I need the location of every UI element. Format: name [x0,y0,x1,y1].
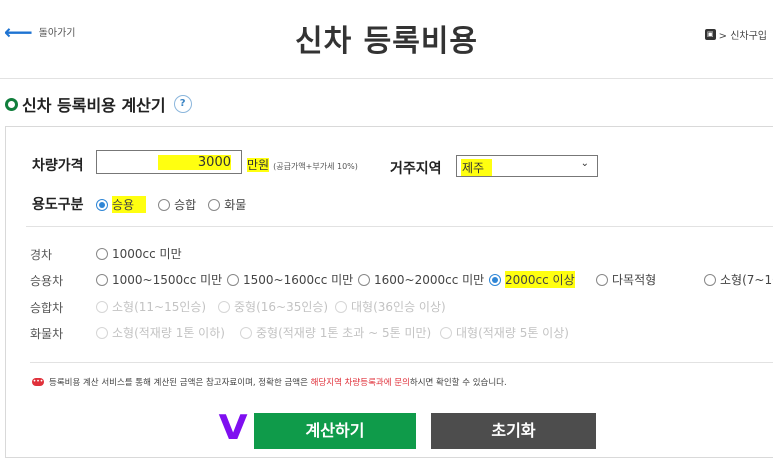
option-small-7-10[interactable]: 소형(7~10 [704,271,773,288]
option-label: 2000cc 이상 [505,271,575,288]
price-unit-label: 만원 [247,158,270,172]
radio-icon [440,326,452,339]
price-input[interactable]: 3000 [96,150,242,174]
usage-label: 용도구분 [32,197,84,213]
radio-selected-icon [96,198,108,211]
option-truck-medium: 중형(적재량 1톤 초과 ~ 5톤 미만) [240,324,431,341]
breadcrumb-icon: ▣ [704,29,716,40]
chevron-down-icon: ⌄ [580,158,589,169]
usage-option-van[interactable]: 승합 [158,196,196,213]
price-unit: 만원 (공급가액+부가세 10%) [247,156,358,173]
reset-button[interactable]: 초기화 [431,413,596,449]
price-note: (공급가액+부가세 10%) [273,162,358,171]
category-label-van: 승합차 [30,301,64,315]
radio-icon [158,198,171,211]
option-label: 1500~1600cc 미만 [243,273,354,287]
breadcrumb-label: > 신차구입 [718,31,767,42]
hexagon-icon [5,97,18,111]
section-title-text: 신차 등록비용 계산기 [22,96,166,115]
region-value: 제주 [461,159,493,176]
option-label: 1600~2000cc 미만 [374,273,485,287]
radio-icon [596,273,608,286]
option-label: 대형(적재량 5톤 이상) [456,326,569,340]
category-label-truck: 화물차 [30,327,64,341]
radio-icon [358,273,370,286]
radio-icon [96,273,108,286]
notice-text-part2: 하시면 확인할 수 있습니다. [409,378,507,388]
option-2000cc-over[interactable]: 2000cc 이상 [489,271,575,288]
notice-divider [30,362,773,363]
usage-option-label: 화물 [224,198,247,212]
usage-option-label: 승용 [112,196,147,213]
option-label: 소형(7~10 [720,273,773,287]
page-title: 신차 등록비용 [294,24,479,59]
option-truck-small: 소형(적재량 1톤 이하) [96,324,225,341]
notice: ••• 등록비용 계산 서비스를 통해 계산된 금액은 참고자료이며, 정확한 … [32,376,507,388]
option-van-large: 대형(36인승 이상) [335,298,446,315]
radio-icon [218,300,230,313]
region-select[interactable]: 제주 ⌄ [456,155,598,177]
form-divider [26,226,773,227]
usage-radio-group: 승용 승합 화물 [96,196,246,213]
option-1600-2000cc[interactable]: 1600~2000cc 미만 [358,271,484,288]
breadcrumb[interactable]: ▣ > 신차구입 [704,27,767,42]
option-label: 중형(적재량 1톤 초과 ~ 5톤 미만) [256,326,432,340]
usage-option-truck[interactable]: 화물 [208,196,246,213]
radio-icon [335,300,347,313]
category-label-sedan: 승용차 [30,274,64,288]
radio-icon [96,326,108,339]
option-truck-large: 대형(적재량 5톤 이상) [440,324,569,341]
help-icon[interactable]: ? [173,95,192,113]
option-van-medium: 중형(16~35인승) [218,298,328,315]
option-1000cc-under[interactable]: 1000cc 미만 [96,245,182,262]
option-multipurpose[interactable]: 다목적형 [596,271,656,288]
option-label: 1000~1500cc 미만 [112,273,223,287]
option-label: 소형(적재량 1톤 이하) [112,326,225,340]
usage-option-sedan[interactable]: 승용 [96,196,147,213]
v-logo-icon: V [218,408,248,448]
option-1000-1500cc[interactable]: 1000~1500cc 미만 [96,271,222,288]
option-1500-1600cc[interactable]: 1500~1600cc 미만 [227,271,353,288]
category-label-kyeongcha: 경차 [30,248,53,262]
region-label: 거주지역 [390,161,442,177]
option-van-small: 소형(11~15인승) [96,298,206,315]
header-divider [0,78,773,79]
radio-icon [704,273,716,286]
calculate-button[interactable]: 계산하기 [254,413,416,449]
radio-selected-icon [489,273,501,286]
option-label: 대형(36인승 이상) [351,300,446,314]
notice-link[interactable]: 해당지역 차량등록과에 문의 [311,378,410,388]
radio-icon [96,300,108,313]
option-label: 중형(16~35인승) [234,300,329,314]
option-label: 1000cc 미만 [112,247,182,261]
notice-text-part1: 등록비용 계산 서비스를 통해 계산된 금액은 참고자료이며, 정확한 금액은 [49,378,311,388]
radio-icon [96,247,108,260]
radio-icon [208,198,221,211]
option-small-7-10-clip: 소형(7~10 [704,266,773,288]
price-value: 3000 [157,155,231,170]
option-label: 다목적형 [612,273,657,287]
radio-icon [240,326,252,339]
price-label: 차량가격 [32,158,84,174]
radio-icon [227,273,239,286]
option-label: 소형(11~15인승) [112,300,207,314]
speech-bubble-icon: ••• [32,378,44,386]
calculator-panel [5,126,773,458]
section-title: 신차 등록비용 계산기 ? [5,92,192,116]
usage-option-label: 승합 [174,198,197,212]
notice-text: 등록비용 계산 서비스를 통해 계산된 금액은 참고자료이며, 정확한 금액은 … [49,376,507,388]
